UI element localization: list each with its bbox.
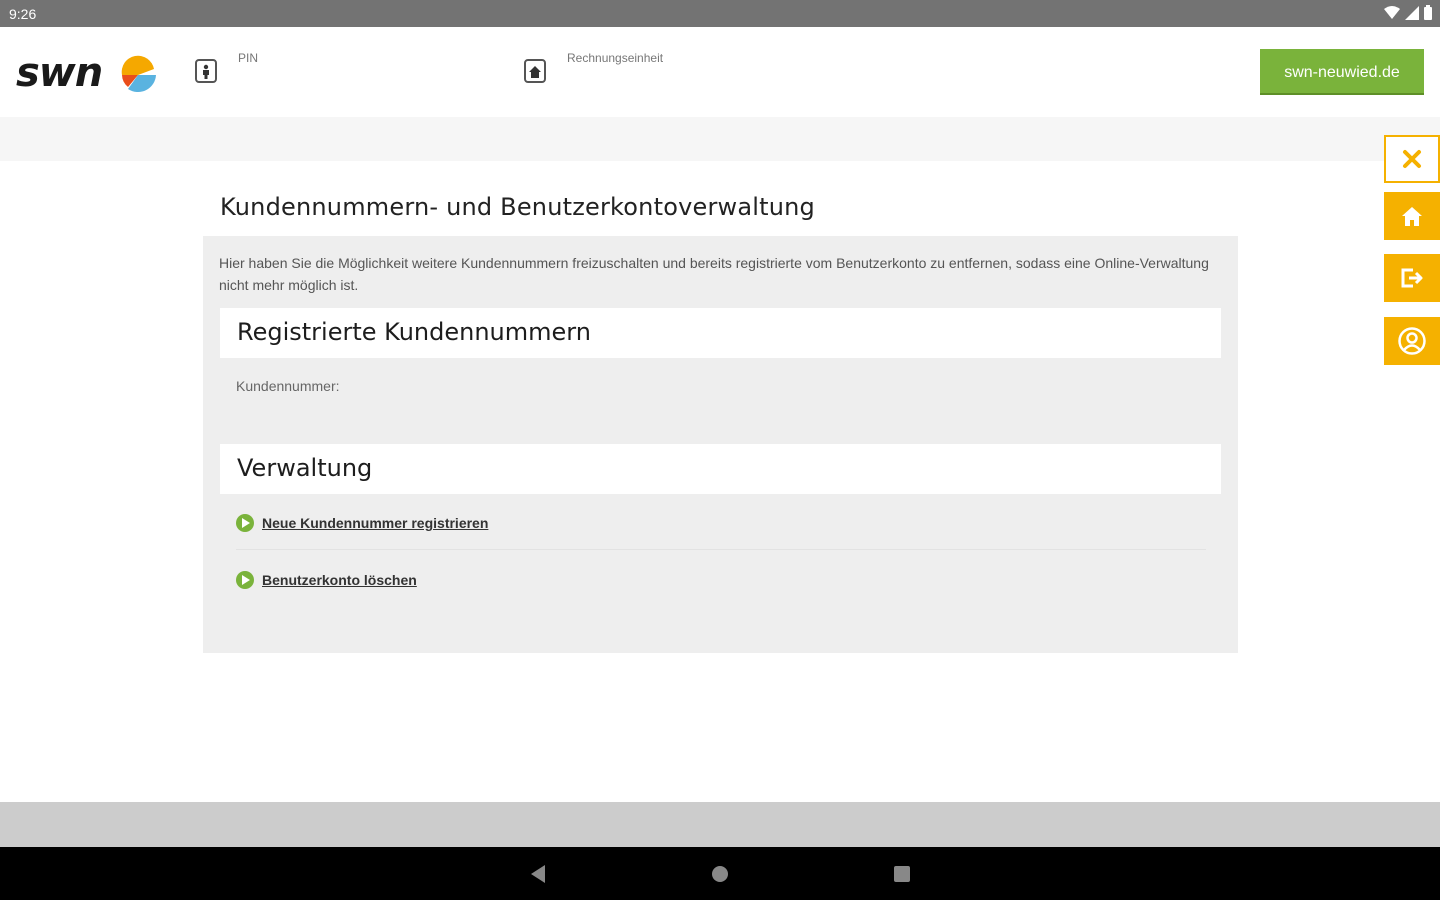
close-icon xyxy=(1403,150,1421,168)
swn-logo[interactable]: swn xyxy=(16,49,160,97)
content-panel: Hier haben Sie die Möglichkeit weitere K… xyxy=(203,236,1238,653)
signal-icon xyxy=(1405,5,1419,20)
pin-label: PIN xyxy=(238,51,259,65)
home-button[interactable] xyxy=(1384,192,1440,240)
delete-account-link[interactable]: Benutzerkonto löschen xyxy=(236,571,417,589)
billing-unit-label: Rechnungseinheit xyxy=(567,51,664,65)
page-title: Kundennummern- und Benutzerkontoverwaltu… xyxy=(220,193,815,221)
customer-number-label: Kundennummer: xyxy=(236,378,340,394)
registered-numbers-header: Registrierte Kundennummern xyxy=(220,308,1221,358)
register-number-link[interactable]: Neue Kundennummer registrieren xyxy=(236,514,488,532)
link-text[interactable]: Neue Kundennummer registrieren xyxy=(262,515,488,531)
status-bar: 9:26 xyxy=(0,0,1440,27)
section-title: Registrierte Kundennummern xyxy=(237,318,591,346)
wifi-icon xyxy=(1384,5,1400,19)
sub-header-bar xyxy=(0,117,1440,161)
battery-icon xyxy=(1424,5,1432,20)
close-button[interactable] xyxy=(1384,135,1440,183)
recents-icon[interactable] xyxy=(889,861,915,887)
user-account-button[interactable] xyxy=(1384,317,1440,365)
user-icon xyxy=(1398,327,1426,355)
arrow-right-icon xyxy=(236,571,254,589)
footer-bar xyxy=(0,802,1440,847)
status-time: 9:26 xyxy=(9,6,37,22)
section-title: Verwaltung xyxy=(237,454,373,482)
home-circle-icon[interactable] xyxy=(707,861,733,887)
arrow-right-icon xyxy=(236,514,254,532)
navigation-bar xyxy=(0,847,1440,900)
logo-mark-icon xyxy=(121,55,156,93)
intro-text: Hier haben Sie die Möglichkeit weitere K… xyxy=(219,255,1209,293)
home-icon xyxy=(1402,207,1422,226)
website-button[interactable]: swn-neuwied.de xyxy=(1260,49,1424,95)
app-header: swn PIN Rechnungseinheit xyxy=(0,27,1440,117)
logout-button[interactable] xyxy=(1384,254,1440,302)
management-header: Verwaltung xyxy=(220,444,1221,494)
person-icon[interactable] xyxy=(195,59,217,83)
logout-icon xyxy=(1401,268,1423,288)
home-icon[interactable] xyxy=(524,59,546,83)
system-icons xyxy=(1384,5,1432,20)
logo-text: swn xyxy=(16,50,103,96)
back-icon[interactable] xyxy=(525,861,551,887)
divider xyxy=(236,549,1206,550)
link-text[interactable]: Benutzerkonto löschen xyxy=(262,572,417,588)
